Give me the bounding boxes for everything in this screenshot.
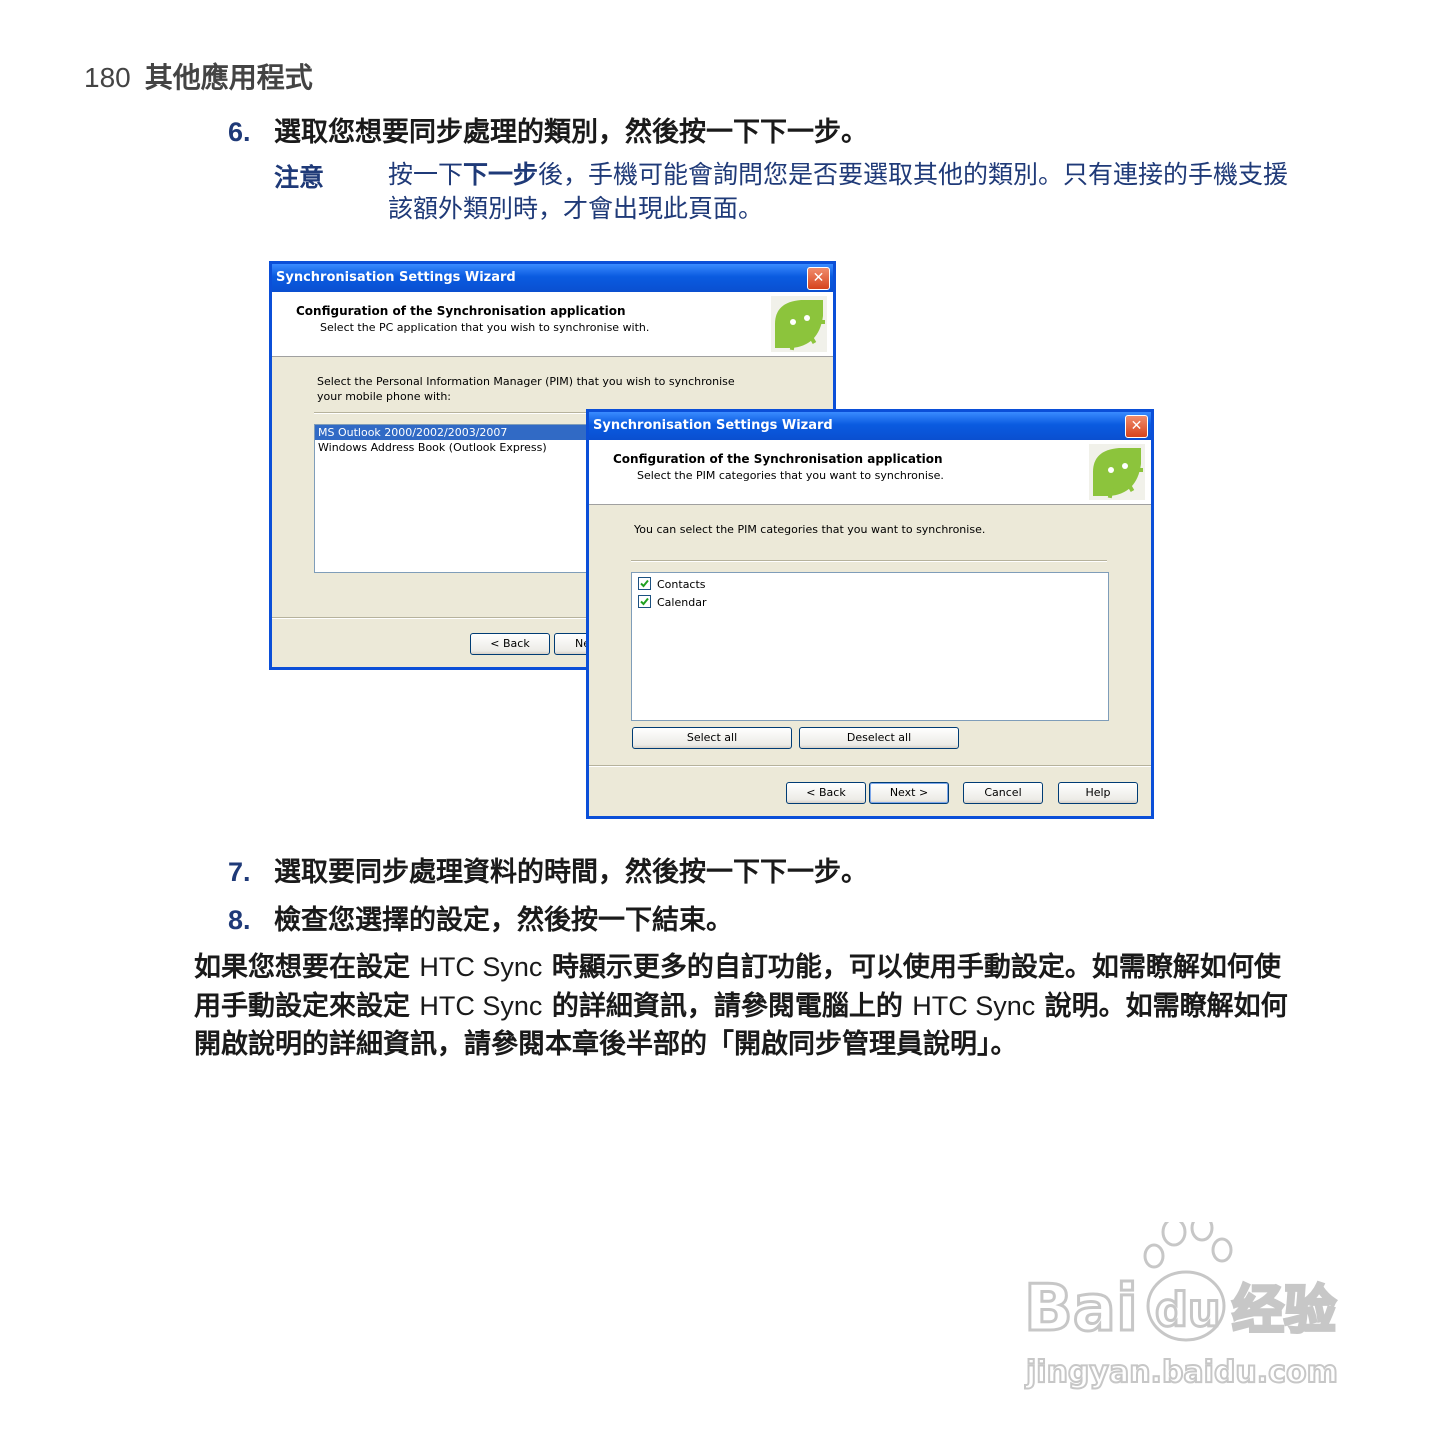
step-text-part: 選取要同步處理資料的時間，然後按一下 [274,857,760,888]
step-text: 選取要同步處理資料的時間，然後按一下下一步。 [274,857,868,888]
dialog-subheading: Select the PIM categories that you want … [637,469,944,482]
category-label: Calendar [657,596,707,609]
step-text-part: 選取您想要同步處理的類別，然後按一下 [274,117,760,148]
cancel-button[interactable]: Cancel [963,782,1043,804]
step-text: 檢查您選擇的設定，然後按一下結束。 [274,905,733,936]
next-button[interactable]: Next > [869,782,949,804]
step-6: 6. 選取您想要同步處理的類別，然後按一下下一步。 [228,110,868,149]
watermark-url: jingyan.baidu.com [1025,1355,1338,1390]
dialog-header: Configuration of the Synchronisation app… [589,440,1151,505]
dialog-subheading: Select the PC application that you wish … [320,321,650,334]
note-text-part: 按一下 [388,160,464,189]
dialog-heading: Configuration of the Synchronisation app… [613,452,943,466]
dialog-titlebar[interactable]: Synchronisation Settings Wizard [589,412,1151,440]
step-7: 7. 選取要同步處理資料的時間，然後按一下下一步。 [228,850,868,889]
note-text: 按一下下一步後，手機可能會詢問您是否要選取其他的類別。只有連接的手機支援該額外類… [388,158,1313,226]
watermark-text: 经验 [1232,1281,1336,1341]
watermark-text: Bai [1024,1272,1138,1346]
step-number: 8. [228,905,251,935]
step-text: 選取您想要同步處理的類別，然後按一下下一步。 [274,117,868,148]
closing-paragraph: 如果您想要在設定 HTC Sync 時顯示更多的自訂功能，可以使用手動設定。如需… [194,948,1306,1064]
step-keyword: 下一步 [760,117,841,148]
baidu-watermark: Bai du 经验 jingyan.baidu.com [1023,1214,1356,1392]
dialog-header: Configuration of the Synchronisation app… [272,292,833,357]
close-icon[interactable]: ✕ [807,267,830,290]
checkbox-checked-icon[interactable] [638,577,651,590]
step-text-part: 。 [841,857,868,888]
para-text: 如果您想要在設定 [194,952,420,983]
dialog-instruction: Select the Personal Information Manager … [317,375,735,403]
step-text-part: 。 [841,117,868,148]
para-product: HTC Sync [912,991,1036,1021]
para-product: HTC Sync [419,952,543,982]
section-title: 其他應用程式 [144,61,313,94]
category-label: Contacts [657,578,706,591]
para-text: 的詳細資訊，請參閱電腦上的 [542,991,913,1022]
close-icon[interactable]: ✕ [1125,415,1148,438]
help-button[interactable]: Help [1058,782,1138,804]
back-button[interactable]: < Back [786,782,866,804]
wizard-dialog-pim-categories: Synchronisation Settings Wizard ✕ Config… [586,409,1154,819]
dialog-titlebar[interactable]: Synchronisation Settings Wizard [272,264,833,292]
category-item-calendar[interactable]: Calendar [638,595,706,610]
select-all-button[interactable]: Select all [632,727,792,749]
dialog-heading: Configuration of the Synchronisation app… [296,304,626,318]
step-8: 8. 檢查您選擇的設定，然後按一下結束。 [228,898,733,937]
category-item-contacts[interactable]: Contacts [638,577,706,592]
step-text-part: 。 [706,905,733,936]
dialog-instruction: You can select the PIM categories that y… [634,523,986,536]
android-logo-icon [1089,444,1145,500]
step-number: 6. [228,117,251,147]
para-product: HTC Sync [419,991,543,1021]
pim-category-list[interactable]: Contacts Calendar [631,572,1109,721]
step-keyword: 結束 [652,905,706,936]
deselect-all-button[interactable]: Deselect all [799,727,959,749]
note-keyword: 下一步 [463,160,539,189]
page-header: 180 其他應用程式 [84,56,313,96]
divider [631,560,1107,562]
android-logo-icon [771,296,827,352]
page-number: 180 [84,62,131,93]
watermark-text: du [1155,1283,1221,1337]
divider [589,765,1151,767]
step-text-part: 檢查您選擇的設定，然後按一下 [274,905,652,936]
note-label: 注意 [274,163,325,192]
checkbox-checked-icon[interactable] [638,595,651,608]
step-number: 7. [228,857,251,887]
back-button[interactable]: < Back [470,633,550,655]
step-keyword: 下一步 [760,857,841,888]
